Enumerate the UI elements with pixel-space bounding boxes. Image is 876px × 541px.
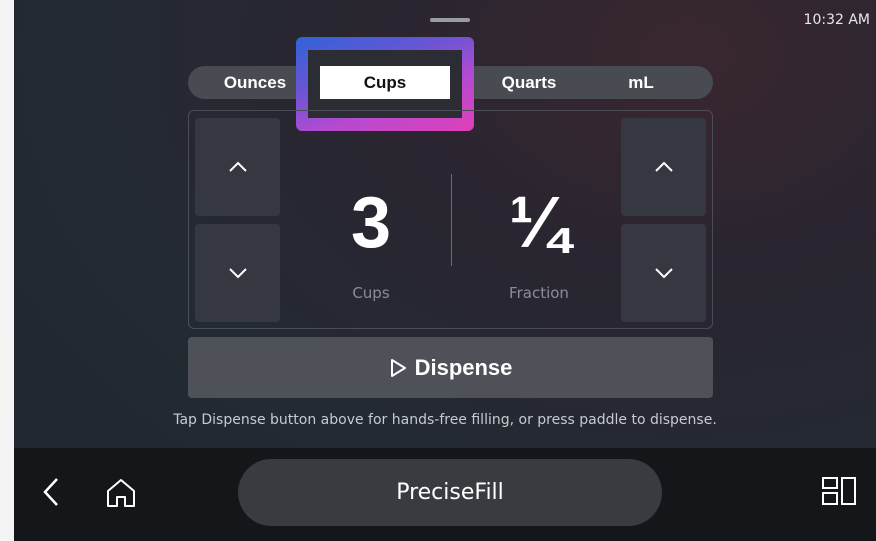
tab-ounces[interactable]: Ounces (210, 66, 300, 99)
play-outline-icon (390, 358, 406, 377)
left-edge-strip (0, 0, 14, 541)
home-button[interactable] (104, 476, 138, 515)
tab-ml[interactable]: mL (596, 66, 686, 99)
fraction-up-button[interactable] (621, 118, 706, 216)
precisefill-title-pill[interactable]: PreciseFill (238, 459, 662, 526)
chevron-down-icon (228, 268, 247, 279)
home-icon (107, 479, 135, 507)
back-button[interactable] (42, 476, 60, 513)
fraction-down-button[interactable] (621, 224, 706, 322)
fraction-value: ¼ (508, 183, 570, 263)
dispense-hint: Tap Dispense button above for hands-free… (173, 412, 717, 428)
chevron-left-icon (43, 478, 58, 506)
dispense-button[interactable]: Dispense (188, 337, 713, 398)
fraction-label: Fraction (509, 284, 569, 302)
precisefill-screen: 10:32 AM Ounces Quarts mL Cups 3 Cups ¼ … (14, 0, 876, 541)
value-divider (451, 174, 452, 266)
tab-cups[interactable]: Cups (320, 66, 450, 99)
status-clock: 10:32 AM (803, 12, 870, 28)
bottom-nav-bar: PreciseFill (14, 448, 876, 541)
apps-button[interactable] (821, 476, 857, 511)
chevron-up-icon (228, 161, 247, 172)
whole-down-button[interactable] (195, 224, 280, 322)
tab-quarts[interactable]: Quarts (484, 66, 574, 99)
whole-up-button[interactable] (195, 118, 280, 216)
chevron-up-icon (654, 161, 673, 172)
whole-unit-label: Cups (352, 284, 390, 302)
chevron-down-icon (654, 268, 673, 279)
whole-value: 3 (350, 183, 392, 263)
app-grid-icon (822, 477, 856, 505)
dispense-label: Dispense (414, 354, 513, 380)
drag-handle[interactable] (430, 18, 470, 22)
